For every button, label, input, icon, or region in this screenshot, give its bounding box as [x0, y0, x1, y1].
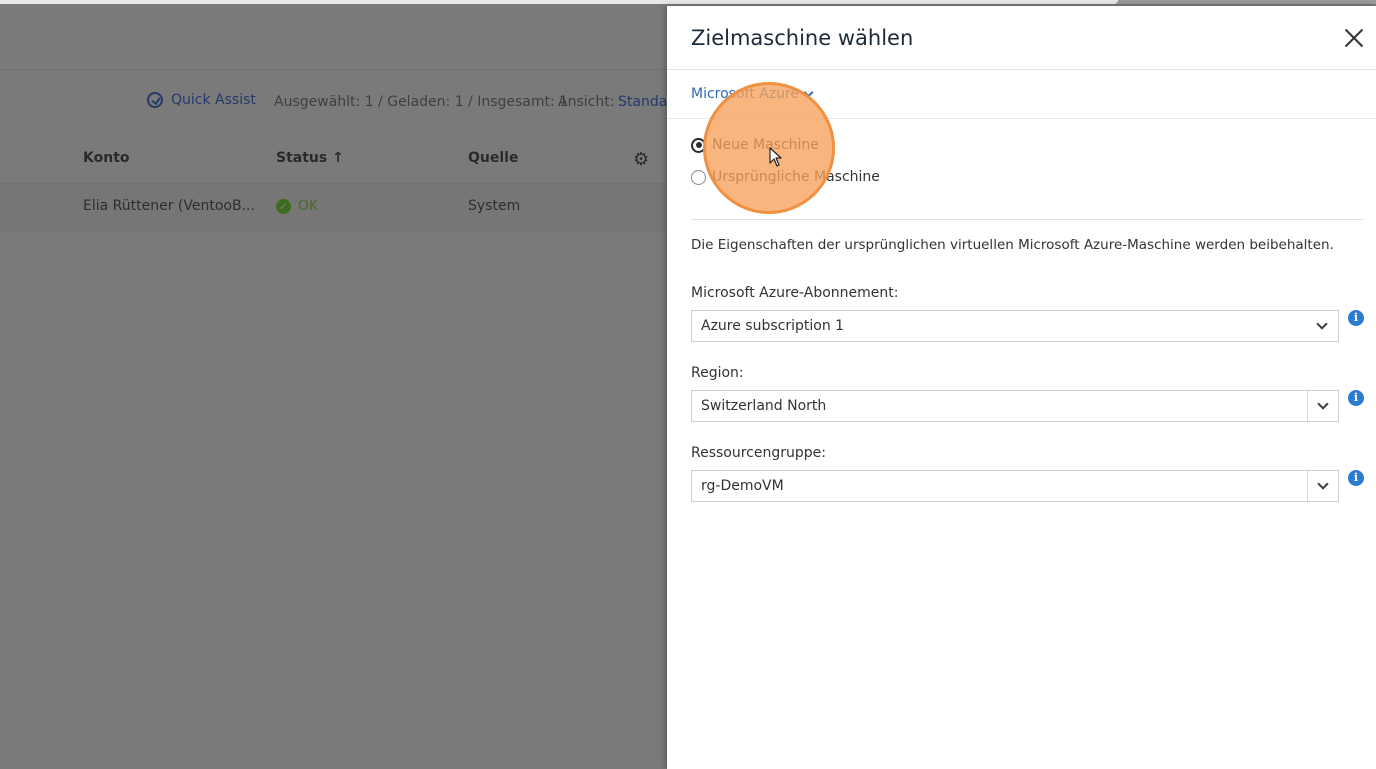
region-select[interactable]: Switzerland North — [691, 390, 1339, 422]
radio-original-machine[interactable]: Ursprüngliche Maschine — [691, 169, 880, 185]
column-header-account[interactable]: Konto — [83, 150, 130, 166]
divider — [667, 69, 1376, 70]
check-icon: ✓ — [276, 198, 291, 214]
info-icon[interactable]: i — [1348, 470, 1364, 486]
status-text: OK — [298, 198, 319, 214]
row-status: ✓ OK — [276, 198, 318, 214]
subscription-label: Microsoft Azure-Abonnement: — [691, 285, 899, 301]
gear-icon[interactable]: ⚙ — [633, 149, 649, 170]
quick-assist-icon — [147, 92, 163, 108]
quick-assist-button[interactable]: Quick Assist — [147, 92, 256, 108]
row-account: Elia Rüttener (VentooB... — [83, 198, 255, 214]
chevron-down-icon[interactable] — [1307, 471, 1338, 501]
resource-group-select[interactable]: rg-DemoVM — [691, 470, 1339, 502]
target-machine-panel: Zielmaschine wählen Microsoft Azure Neue… — [667, 6, 1376, 769]
region-value: Switzerland North — [701, 398, 827, 414]
description-text: Die Eigenschaften der ursprünglichen vir… — [691, 237, 1334, 253]
app-header — [0, 4, 667, 70]
radio-button[interactable] — [691, 169, 706, 185]
provider-dropdown[interactable]: Microsoft Azure — [691, 86, 814, 102]
radio-button-selected[interactable] — [691, 137, 706, 153]
column-header-source[interactable]: Quelle — [468, 150, 518, 166]
chevron-down-icon[interactable] — [1307, 311, 1338, 341]
resource-group-value: rg-DemoVM — [701, 478, 784, 494]
chevron-down-icon — [803, 87, 814, 97]
divider — [691, 219, 1364, 220]
radio-label: Neue Maschine — [712, 137, 819, 153]
resource-group-label: Ressourcengruppe: — [691, 445, 826, 461]
column-header-status[interactable]: Status ↑ — [276, 150, 344, 166]
panel-title: Zielmaschine wählen — [691, 26, 914, 50]
info-icon[interactable]: i — [1348, 390, 1364, 406]
chevron-down-icon[interactable] — [1307, 391, 1338, 421]
region-label: Region: — [691, 365, 744, 381]
radio-label: Ursprüngliche Maschine — [712, 169, 880, 185]
divider — [667, 118, 1376, 119]
view-label: Ansicht: — [558, 94, 615, 110]
quick-assist-label: Quick Assist — [171, 92, 256, 108]
info-icon[interactable]: i — [1348, 310, 1364, 326]
radio-new-machine[interactable]: Neue Maschine — [691, 137, 819, 153]
view-selector[interactable]: Standard — [618, 94, 667, 110]
subscription-value: Azure subscription 1 — [701, 318, 845, 334]
selection-counts: Ausgewählt: 1 / Geladen: 1 / Insgesamt: … — [274, 94, 569, 110]
subscription-select[interactable]: Azure subscription 1 — [691, 310, 1339, 342]
row-source: System — [468, 198, 521, 214]
close-icon[interactable] — [1342, 26, 1366, 50]
provider-label: Microsoft Azure — [691, 86, 800, 102]
